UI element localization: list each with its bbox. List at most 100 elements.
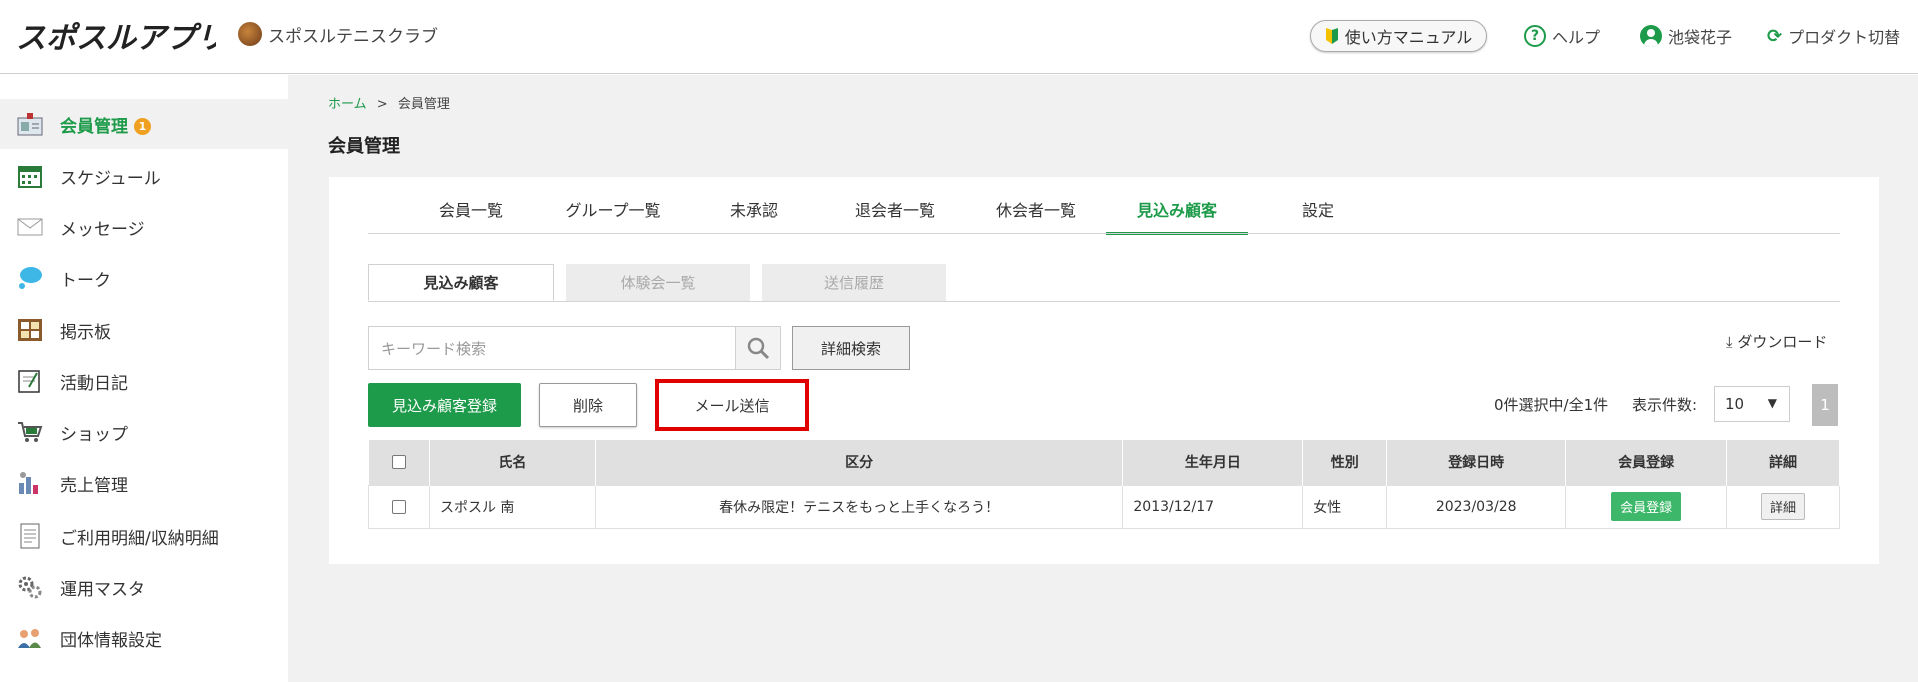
beginner-mark-icon [1325, 28, 1338, 44]
sidebar-item-label: 運用マスタ [60, 579, 145, 600]
table-header-row: 氏名 区分 生年月日 性別 登録日時 会員登録 詳細 [368, 440, 1840, 485]
sidebar-item-label: 売上管理 [60, 475, 128, 496]
prospect-table: 氏名 区分 生年月日 性別 登録日時 会員登録 詳細 スポスル 南 春休み限定！… [368, 440, 1840, 529]
select-all-cell [368, 440, 430, 485]
sidebar-item-talk[interactable]: トーク [0, 253, 288, 303]
tab-group-list[interactable]: グループ一覧 [542, 195, 684, 233]
svg-text:スポスルアプリ: スポスルアプリ [16, 21, 216, 56]
per-page-value: 10 [1725, 395, 1745, 413]
sidebar-item-schedule[interactable]: スケジュール [0, 151, 288, 201]
sidebar-item-label: ショップ [60, 424, 128, 445]
board-icon [16, 317, 44, 343]
sidebar-item-organization[interactable]: 団体情報設定 [0, 613, 288, 663]
registered-cell: 2023/03/28 [1386, 484, 1567, 529]
club-name: スポスルテニスクラブ [268, 27, 438, 47]
top-header: スポスルアプリ スポスルテニスクラブ 使い方マニュアル ? ヘルプ 池袋花子 ⟳… [0, 0, 1918, 74]
sidebar-item-label: 掲示板 [60, 322, 111, 343]
tab-member-list[interactable]: 会員一覧 [400, 195, 542, 233]
help-link[interactable]: ? ヘルプ [1524, 24, 1600, 48]
header-category: 区分 [595, 440, 1124, 485]
sales-icon [16, 470, 44, 496]
breadcrumb-home[interactable]: ホーム [328, 97, 367, 112]
user-menu[interactable]: 池袋花子 [1640, 24, 1732, 48]
app-logo[interactable]: スポスルアプリ [16, 14, 226, 58]
sidebar-item-label: 会員管理 [60, 116, 128, 137]
birthdate-cell: 2013/12/17 [1122, 484, 1304, 529]
sidebar-item-messages[interactable]: メッセージ [0, 202, 288, 252]
tabs-divider [368, 233, 1840, 234]
refresh-icon: ⟳ [1767, 25, 1783, 47]
select-all-checkbox[interactable] [391, 455, 406, 470]
per-page-select[interactable]: 10 ▼ [1714, 386, 1790, 422]
sidebar-item-diary[interactable]: 活動日記 [0, 356, 288, 406]
sidebar-item-label: ご利用明細/収納明細 [60, 528, 219, 549]
subtab-prospects[interactable]: 見込み顧客 [368, 264, 554, 301]
organization-icon [16, 625, 44, 651]
search-button[interactable] [735, 326, 781, 370]
header-registered: 登録日時 [1386, 440, 1567, 485]
sidebar: 会員管理 1 スケジュール メッセージ トーク 掲示板 活動日記 ショップ 売上… [0, 75, 288, 682]
tab-withdrawn[interactable]: 退会者一覧 [824, 195, 966, 233]
send-mail-button[interactable]: メール送信 [655, 379, 809, 431]
row-select-cell [368, 484, 430, 529]
download-icon: ⤓ [1726, 333, 1733, 351]
subtab-trial-events[interactable]: 体験会一覧 [566, 264, 750, 301]
gender-cell: 女性 [1302, 484, 1388, 529]
page-title: 会員管理 [328, 136, 400, 157]
sidebar-item-label: スケジュール [60, 168, 161, 189]
tab-settings[interactable]: 設定 [1247, 195, 1389, 233]
selection-count: 0件選択中/全1件 [1494, 396, 1609, 414]
delete-button[interactable]: 削除 [539, 383, 637, 427]
sidebar-item-label: メッセージ [60, 219, 145, 240]
prospect-name-link[interactable]: スポスル 南 [428, 484, 596, 529]
user-icon [1640, 25, 1662, 47]
subtab-send-history[interactable]: 送信履歴 [762, 264, 946, 301]
sidebar-item-statement[interactable]: ご利用明細/収納明細 [0, 511, 288, 561]
manual-label: 使い方マニュアル [1344, 28, 1473, 47]
club-avatar [238, 22, 262, 46]
header-birthdate: 生年月日 [1122, 440, 1304, 485]
settings-icon [16, 574, 44, 600]
member-register-cell: 会員登録 [1565, 484, 1728, 529]
header-gender: 性別 [1302, 440, 1388, 485]
header-member-register: 会員登録 [1565, 440, 1728, 485]
members-icon [16, 111, 44, 137]
sidebar-item-members[interactable]: 会員管理 1 [0, 99, 288, 149]
breadcrumb-current: 会員管理 [397, 97, 450, 112]
statement-icon [16, 523, 44, 549]
sidebar-item-label: 活動日記 [60, 373, 128, 394]
tab-prospects[interactable]: 見込み顧客 [1106, 195, 1248, 235]
page-button[interactable]: 1 [1812, 384, 1838, 426]
chat-icon [16, 265, 44, 291]
breadcrumb-separator: > [376, 97, 388, 112]
member-register-button[interactable]: 会員登録 [1611, 492, 1682, 521]
row-checkbox[interactable] [391, 499, 406, 514]
register-prospect-button[interactable]: 見込み顧客登録 [368, 383, 521, 427]
breadcrumb: ホーム > 会員管理 [328, 93, 450, 112]
notification-badge: 1 [134, 118, 151, 135]
search-icon [747, 337, 770, 360]
diary-icon [16, 368, 44, 394]
cart-icon [16, 419, 44, 445]
sidebar-item-master[interactable]: 運用マスタ [0, 562, 288, 612]
per-page-label: 表示件数: [1632, 396, 1698, 414]
search-input[interactable]: キーワード検索 [368, 326, 736, 370]
tab-suspended[interactable]: 休会者一覧 [965, 195, 1107, 233]
download-link[interactable]: ⤓ ダウンロード [1726, 331, 1827, 352]
sidebar-item-board[interactable]: 掲示板 [0, 305, 288, 355]
detail-button[interactable]: 詳細 [1761, 493, 1806, 520]
table-row: スポスル 南 春休み限定！テニスをもっと上手くなろう！ 2013/12/17 女… [368, 484, 1840, 529]
download-label: ダウンロード [1737, 333, 1828, 351]
manual-button[interactable]: 使い方マニュアル [1310, 20, 1487, 52]
category-cell: 春休み限定！テニスをもっと上手くなろう！ [594, 484, 1124, 529]
header-detail: 詳細 [1726, 440, 1840, 485]
sidebar-item-sales[interactable]: 売上管理 [0, 458, 288, 508]
chevron-down-icon: ▼ [1767, 396, 1777, 410]
mail-icon [16, 214, 44, 240]
user-name: 池袋花子 [1668, 28, 1733, 47]
product-switch[interactable]: ⟳ プロダクト切替 [1767, 24, 1900, 48]
tab-unapproved[interactable]: 未承認 [683, 195, 825, 233]
calendar-icon [16, 163, 44, 189]
sidebar-item-shop[interactable]: ショップ [0, 407, 288, 457]
advanced-search-button[interactable]: 詳細検索 [792, 326, 910, 370]
